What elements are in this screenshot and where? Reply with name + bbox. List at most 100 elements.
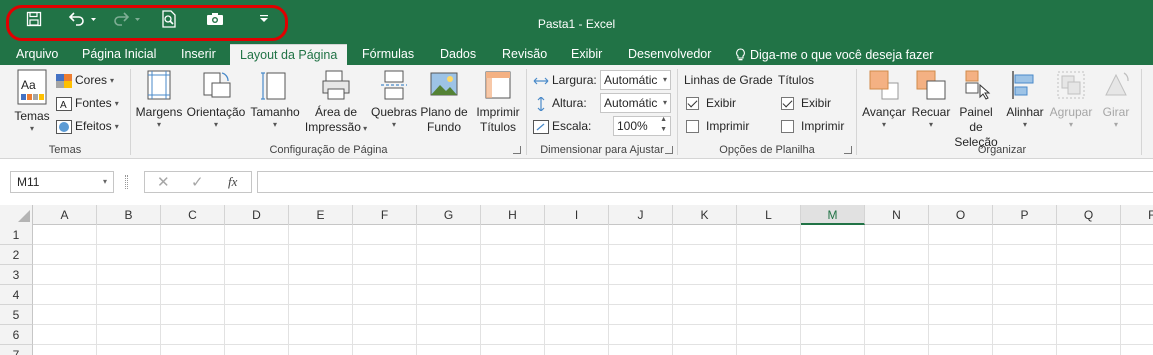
column-header[interactable]: N (865, 205, 929, 225)
tab-revisao[interactable]: Revisão (502, 44, 547, 65)
select-all-corner[interactable] (0, 205, 33, 225)
altura-label: Altura: (552, 96, 587, 110)
worksheet-grid[interactable]: ABCDEFGHIJKLMNOPQR 1234567 (0, 205, 1153, 355)
column-header[interactable]: F (353, 205, 417, 225)
tell-me-box[interactable]: Diga-me o que você deseja fazer (735, 44, 933, 65)
row-gridline (33, 284, 1153, 285)
tamanho-label: Tamanho (250, 105, 300, 119)
linhas-exibir-checkbox[interactable]: Exibir (686, 93, 736, 114)
avancar-button[interactable]: Avançar ▾ (859, 69, 909, 130)
tab-dados[interactable]: Dados (440, 44, 476, 65)
column-header[interactable]: K (673, 205, 737, 225)
largura-select[interactable]: Automátic ▾ (600, 70, 671, 90)
fontes-button[interactable]: A Fontes ▾ (56, 93, 119, 114)
cores-button[interactable]: Cores ▾ (56, 70, 114, 91)
margens-button[interactable]: Margens ▾ (133, 69, 185, 130)
tab-arquivo[interactable]: Arquivo (16, 44, 58, 65)
column-header[interactable]: M (801, 205, 865, 225)
formula-input[interactable] (257, 171, 1153, 193)
painel-label-1: Painel de (959, 105, 993, 134)
orientacao-button[interactable]: Orientação ▾ (185, 69, 247, 130)
chevron-down-icon: ▾ (662, 75, 667, 84)
plano-fundo-button[interactable]: Plano de Fundo (418, 69, 470, 135)
linhas-grade-heading: Linhas de Grade (684, 73, 773, 87)
area-impressao-button[interactable]: Área de Impressão ▾ (304, 69, 368, 135)
row-header[interactable]: 1 (0, 225, 33, 245)
spinner-arrows-icon[interactable]: ▲ ▼ (660, 115, 667, 135)
altura-select[interactable]: Automátic ▾ (600, 93, 671, 113)
painel-selecao-button[interactable]: Painel de Seleção (951, 69, 1001, 150)
group-label-temas: Temas (48, 144, 82, 156)
alinhar-label: Alinhar (1006, 105, 1044, 119)
plano-label-2: Fundo (426, 120, 462, 134)
tell-me-label: Diga-me o que você deseja fazer (750, 47, 934, 62)
escala-value: 100% (617, 119, 648, 133)
column-header[interactable]: E (289, 205, 353, 225)
row-header[interactable]: 3 (0, 265, 33, 285)
column-header[interactable]: C (161, 205, 225, 225)
temas-button[interactable]: Aa Temas ▾ (9, 69, 55, 134)
column-header[interactable]: H (481, 205, 545, 225)
send-backward-icon (915, 69, 947, 101)
chevron-down-icon[interactable]: ▾ (103, 172, 107, 192)
column-header[interactable]: B (97, 205, 161, 225)
tab-layout-da-pagina[interactable]: Layout da Página (230, 44, 347, 65)
area-label-2: Impressão (304, 120, 361, 134)
column-header[interactable]: A (33, 205, 97, 225)
row-header[interactable]: 5 (0, 305, 33, 325)
window-title: Pasta1 - Excel (537, 17, 616, 31)
column-header[interactable]: J (609, 205, 673, 225)
group-label-configuracao: Configuração de Página (269, 144, 388, 156)
chevron-down-icon: ▾ (1022, 120, 1027, 129)
cancel-icon[interactable]: ✕ (157, 173, 170, 191)
chevron-down-icon: ▾ (1068, 120, 1073, 129)
column-header[interactable]: I (545, 205, 609, 225)
row-header[interactable]: 4 (0, 285, 33, 305)
efeitos-button[interactable]: Efeitos ▾ (56, 116, 119, 137)
row-header[interactable]: 6 (0, 325, 33, 345)
row-gridline (33, 244, 1153, 245)
row-header[interactable]: 7 (0, 345, 33, 355)
margins-icon (143, 69, 175, 101)
column-header[interactable]: O (929, 205, 993, 225)
quebras-button[interactable]: Quebras ▾ (369, 69, 419, 130)
girar-label: Girar (1102, 105, 1130, 119)
imprimir-titulos-button[interactable]: Imprimir Títulos (472, 69, 524, 135)
linhas-imprimir-label: Imprimir (706, 119, 750, 133)
column-header[interactable]: Q (1057, 205, 1121, 225)
dialog-launcher-icon[interactable] (844, 146, 852, 154)
escala-spinner[interactable]: 100% ▲ ▼ (613, 116, 671, 136)
column-header[interactable]: G (417, 205, 481, 225)
tab-inserir[interactable]: Inserir (181, 44, 216, 65)
formula-bar-resize-handle[interactable] (125, 175, 128, 189)
alinhar-button[interactable]: Alinhar ▾ (1002, 69, 1048, 130)
tab-exibir[interactable]: Exibir (571, 44, 602, 65)
tab-pagina-inicial[interactable]: Página Inicial (82, 44, 156, 65)
titulos-exibir-checkbox[interactable]: Exibir (781, 93, 831, 114)
chevron-down-icon: ▾ (29, 124, 34, 133)
recuar-button[interactable]: Recuar ▾ (910, 69, 952, 130)
tab-desenvolvedor[interactable]: Desenvolvedor (628, 44, 711, 65)
formula-buttons: ✕ ✓ fx (144, 171, 252, 193)
linhas-imprimir-checkbox[interactable]: Imprimir (686, 116, 749, 137)
column-header[interactable]: L (737, 205, 801, 225)
dialog-launcher-icon[interactable] (513, 146, 521, 154)
insert-function-icon[interactable]: fx (228, 174, 237, 190)
dialog-launcher-icon[interactable] (665, 146, 673, 154)
chevron-down-icon: ▾ (881, 120, 886, 129)
align-icon (1009, 69, 1041, 101)
tab-formulas[interactable]: Fórmulas (362, 44, 414, 65)
chevron-down-icon: ▾ (114, 121, 119, 131)
tamanho-button[interactable]: Tamanho ▾ (248, 69, 302, 130)
orientation-icon (200, 69, 232, 101)
enter-icon[interactable]: ✓ (191, 173, 204, 191)
column-header[interactable]: D (225, 205, 289, 225)
row-header[interactable]: 2 (0, 245, 33, 265)
fontes-label: Fontes (75, 96, 112, 110)
name-box[interactable]: M11 ▾ (10, 171, 114, 193)
title-bar: Pasta1 - Excel (0, 0, 1153, 44)
column-header[interactable]: P (993, 205, 1057, 225)
column-header[interactable]: R (1121, 205, 1153, 225)
checkbox-unchecked-icon (686, 120, 699, 133)
titulos-imprimir-checkbox[interactable]: Imprimir (781, 116, 844, 137)
